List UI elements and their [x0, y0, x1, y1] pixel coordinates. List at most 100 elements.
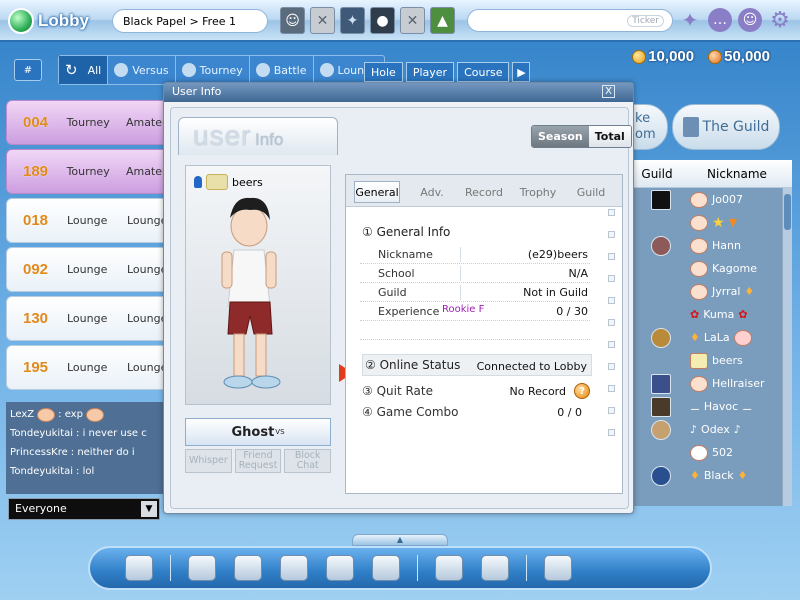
room-row[interactable]: 004 Tourney Amateu — [6, 100, 170, 145]
sort-hole-button[interactable]: Hole — [364, 62, 403, 82]
player-row[interactable]: ★ ▼ — [632, 211, 782, 234]
refresh-icon: ↻ — [65, 61, 78, 79]
tab-versus[interactable]: Versus — [108, 56, 176, 84]
ball-icon[interactable]: ● — [370, 7, 395, 34]
flame-icon: ♦ — [690, 331, 700, 344]
music-icon[interactable] — [120, 551, 158, 585]
music-note-icon: ♪ — [733, 423, 741, 436]
tab-trophy[interactable]: Trophy — [512, 181, 564, 203]
player-row[interactable]: 502 — [632, 441, 782, 464]
player-list-scrollbar[interactable] — [782, 188, 792, 506]
player-face-icon — [690, 237, 708, 254]
chevron-down-icon[interactable]: ▼ — [141, 501, 157, 517]
player-row[interactable]: beers — [632, 349, 782, 372]
home-icon[interactable] — [430, 551, 468, 585]
tab-record[interactable]: Record — [460, 181, 508, 203]
ghost-vs-button[interactable]: Ghost VS — [185, 418, 331, 446]
gift-icon[interactable] — [229, 551, 267, 585]
tree-icon[interactable]: ▲ — [430, 7, 455, 34]
player-row[interactable]: ♦ LaLa — [632, 326, 782, 349]
sort-course-button[interactable]: Course — [457, 62, 510, 82]
gear-icon[interactable]: ⚙ — [768, 8, 792, 33]
tab-guild[interactable]: Guild — [568, 181, 614, 203]
dock-divider — [170, 555, 171, 581]
total-button[interactable]: Total — [588, 126, 631, 147]
tab-tourney[interactable]: Tourney — [176, 56, 250, 84]
flame-icon: ♦ — [737, 469, 748, 482]
room-row[interactable]: 018 Lounge Lounge — [6, 198, 170, 243]
tab-adv[interactable]: Adv. — [408, 181, 456, 203]
next-arrow-button[interactable]: ▶ — [512, 62, 531, 82]
player-row[interactable]: ♪ Odex ♪ — [632, 418, 782, 441]
player-row[interactable]: Hellraiser — [632, 372, 782, 395]
tab-partial[interactable]: ke om — [632, 104, 668, 150]
help-question-icon[interactable]: ? — [574, 383, 590, 399]
field-divider — [460, 266, 461, 281]
player-nickname: Odex — [701, 423, 730, 436]
action-buttons: Whisper Friend Request Block Chat — [185, 449, 332, 473]
tab-the-guild[interactable]: The Guild — [672, 104, 780, 150]
house-icon[interactable] — [321, 551, 359, 585]
puzzle-icon[interactable] — [367, 551, 405, 585]
guild-emblem-icon — [651, 327, 671, 348]
player-nickname: Kuma — [703, 308, 735, 321]
room-row[interactable]: 130 Lounge Lounge — [6, 296, 170, 341]
player-row[interactable]: ✿ Kuma ✿ — [632, 303, 782, 326]
chat-channel-select[interactable]: Everyone ▼ — [8, 498, 160, 520]
user-info-dialog: User Info X user Info Season Total beers — [163, 82, 634, 514]
sparkle-icon[interactable]: ✦ — [678, 8, 702, 32]
item-icon[interactable]: ✦ — [340, 7, 365, 34]
chat-bubble-icon[interactable]: … — [708, 8, 732, 32]
close-x-icon[interactable]: ✕ — [310, 7, 335, 34]
ticker-input[interactable]: Ticker — [467, 9, 673, 32]
season-button[interactable]: Season — [532, 126, 589, 147]
guild-emblem-icon — [651, 373, 671, 394]
cards-icon[interactable] — [275, 551, 313, 585]
tab-battle[interactable]: Battle — [250, 56, 314, 84]
face-icon[interactable]: ☺ — [738, 8, 762, 32]
currency-display: 10,000 50,000 — [632, 48, 770, 65]
player-row[interactable]: Jo007 — [632, 188, 782, 211]
avatar-thumb-icon[interactable]: ☺ — [280, 7, 305, 34]
player-face-icon — [690, 444, 708, 461]
shop-icon[interactable] — [183, 551, 221, 585]
player-row[interactable]: Kagome — [632, 257, 782, 280]
column-nickname[interactable]: Nickname — [682, 167, 792, 181]
friend-request-button[interactable]: Friend Request — [234, 449, 282, 473]
column-guild[interactable]: Guild — [632, 167, 682, 181]
guild-emblem-icon — [651, 189, 671, 210]
chat-text: : exp — [58, 409, 83, 420]
info-panel: General Adv. Record Trophy Guild ① Gener… — [345, 174, 623, 494]
lobby-logo[interactable]: Lobby — [8, 6, 94, 36]
dock-toggle[interactable]: ▲ — [352, 534, 448, 546]
room-row[interactable]: 092 Lounge Lounge — [6, 247, 170, 292]
player-row[interactable]: Jyrral ♦ — [632, 280, 782, 303]
block-chat-button[interactable]: Block Chat — [284, 449, 332, 473]
scrollbar-thumb[interactable] — [784, 194, 791, 230]
online-status-value: Connected to Lobby — [476, 360, 587, 373]
player-row[interactable]: ♦ Black ♦ — [632, 464, 782, 487]
scroll-marker — [608, 253, 615, 260]
sort-player-button[interactable]: Player — [405, 62, 455, 82]
channel-indicator[interactable]: Black Papel > Free 1 — [112, 9, 268, 33]
tab-general[interactable]: General — [354, 181, 400, 203]
player-row[interactable]: Hann — [632, 234, 782, 257]
close-x-icon[interactable]: ✕ — [400, 7, 425, 34]
room-number-button[interactable]: # — [14, 59, 42, 81]
room-row[interactable]: 189 Tourney Amateu — [6, 149, 170, 194]
settings-face-icon[interactable] — [539, 551, 577, 585]
chat-log[interactable]: LexZ : exp Tondeyukitai : i never use c … — [6, 402, 166, 494]
room-mode: Lounge — [127, 312, 168, 325]
player-row[interactable]: ⚊ Havoc ⚊ — [632, 395, 782, 418]
points-value: 10,000 — [648, 48, 695, 65]
dialog-titlebar[interactable]: User Info X — [164, 83, 633, 102]
whisper-button[interactable]: Whisper — [185, 449, 232, 473]
guild-tabs: ke om The Guild — [632, 104, 780, 150]
tab-all[interactable]: ↻ All — [59, 56, 109, 84]
transfer-icon[interactable] — [476, 551, 514, 585]
close-icon[interactable]: X — [602, 85, 615, 98]
field-experience: Experience Rookie F 0 / 30 — [360, 302, 590, 321]
player-face-icon — [690, 260, 708, 277]
cookie-value: 50,000 — [724, 48, 770, 65]
room-row[interactable]: 195 Lounge Lounge — [6, 345, 170, 390]
